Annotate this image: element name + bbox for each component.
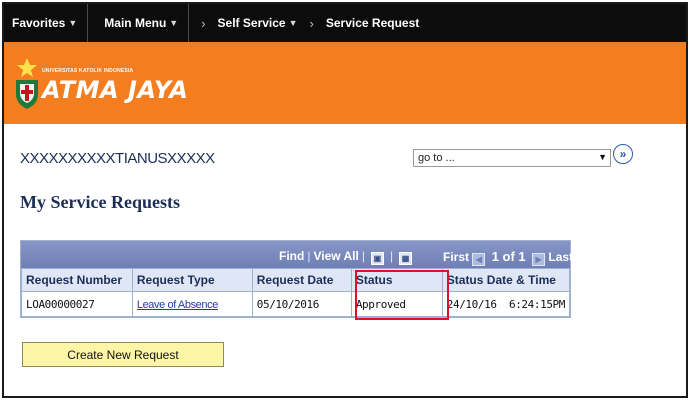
previous-icon[interactable]: ◀	[472, 253, 486, 266]
next-icon[interactable]: ▶	[532, 253, 546, 266]
service-requests-grid: Find | View All | ▣ | ▦ First ◀ 1 of 1 ▶ Last …	[20, 240, 573, 318]
user-name: XXXXXXXXXXTIANUSXXXXX	[20, 150, 215, 167]
nav-divider	[188, 4, 190, 42]
page-title: My Service Requests	[20, 192, 180, 212]
first-link[interactable]: First	[443, 250, 469, 264]
university-emblem-icon	[16, 58, 38, 109]
status-datetime-cell: 24/10/16 6:24:15PM	[441, 291, 571, 317]
brand-header: UNIVERSITAS KATOLIK INDONESIA ATMA JAYA	[4, 42, 686, 124]
new-window-icon[interactable]: ▣	[370, 252, 384, 265]
service-request-label: Service Request	[325, 16, 420, 30]
column-header-status[interactable]: Status	[350, 268, 443, 292]
status-cell: Approved	[350, 291, 443, 317]
chevron-down-icon: ▼	[68, 18, 78, 28]
goto-select[interactable]: go to ... ▼	[413, 149, 611, 167]
request-number-cell: LOA00000027	[21, 291, 133, 317]
main-menu[interactable]: Main Menu ▼	[88, 16, 188, 30]
chevron-down-icon: ▼	[598, 152, 607, 162]
breadcrumb-separator-icon: ›	[201, 15, 206, 31]
find-link[interactable]: Find	[279, 249, 304, 263]
last-link[interactable]: Last	[548, 250, 573, 264]
column-header-request-date[interactable]: Request Date	[251, 268, 352, 292]
requests-table: Request Number Request Type Request Date…	[21, 268, 571, 317]
top-navigation: Favorites ▼ Main Menu ▼ › Self Service ▼…	[4, 4, 686, 42]
create-new-request-button[interactable]: Create New Request	[22, 342, 224, 367]
brand-logo-text: ATMA JAYA	[42, 76, 189, 104]
download-grid-icon[interactable]: ▦	[399, 252, 413, 265]
column-header-request-type[interactable]: Request Type	[131, 268, 253, 292]
grid-toolbar: Find | View All | ▣ | ▦ First ◀ 1 of 1 ▶ Last	[21, 241, 573, 268]
request-type-link[interactable]: Leave of Absence	[137, 299, 218, 311]
double-chevron-right-icon[interactable]: »	[613, 144, 633, 164]
request-date-cell: 05/10/2016	[251, 291, 352, 317]
column-header-status-date-time[interactable]: Status Date & Time	[441, 268, 571, 292]
favorites-label: Favorites	[12, 16, 66, 30]
breadcrumb-separator-icon: ›	[309, 15, 314, 31]
self-service-label: Self Service	[217, 16, 286, 30]
main-menu-label: Main Menu	[104, 16, 167, 30]
pager-count: 1 of 1	[491, 249, 526, 264]
request-type-cell: Leave of Absence	[131, 291, 253, 317]
chevron-down-icon: ▼	[288, 18, 298, 28]
column-header-request-number[interactable]: Request Number	[21, 268, 133, 292]
favorites-menu[interactable]: Favorites ▼	[4, 16, 87, 30]
breadcrumb-service-request[interactable]: Service Request	[326, 16, 419, 30]
view-all-link[interactable]: View All	[313, 249, 358, 263]
brand-subtitle: UNIVERSITAS KATOLIK INDONESIA	[42, 68, 134, 74]
browser-frame: Favorites ▼ Main Menu ▼ › Self Service ▼…	[2, 2, 688, 398]
chevron-down-icon: ▼	[169, 18, 179, 28]
goto-value: go to ...	[418, 152, 455, 164]
table-header-row: Request Number Request Type Request Date…	[21, 268, 571, 292]
table-row: LOA00000027 Leave of Absence 05/10/2016 …	[21, 291, 571, 317]
breadcrumb-self-service[interactable]: Self Service ▼	[218, 16, 298, 30]
